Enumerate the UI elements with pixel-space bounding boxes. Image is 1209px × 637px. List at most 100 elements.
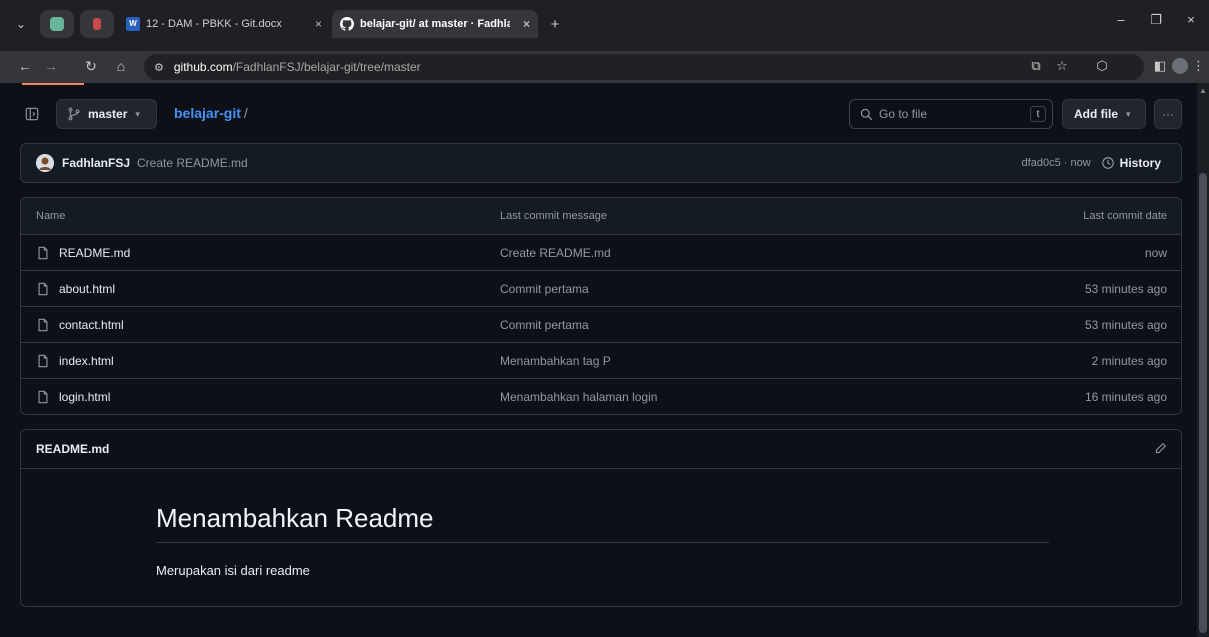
search-icon bbox=[860, 108, 873, 120]
commit-date: 16 minutes ago bbox=[1084, 390, 1167, 404]
breadcrumb-repo-link[interactable]: belajar-git bbox=[174, 105, 241, 121]
github-page: master ▾ belajar-git / Go to file t Add f… bbox=[0, 83, 1197, 637]
url-path: /FadhlanFSJ/belajar-git/tree/master bbox=[232, 60, 421, 74]
avatar[interactable] bbox=[36, 154, 54, 172]
commit-sha-time[interactable]: dfad0c5 · now bbox=[1022, 157, 1091, 169]
tab-close-icon[interactable]: × bbox=[309, 17, 322, 31]
add-file-label: Add file bbox=[1074, 107, 1118, 121]
close-window-button[interactable]: × bbox=[1176, 12, 1206, 27]
add-file-button[interactable]: Add file ▾ bbox=[1062, 99, 1146, 129]
readme-filename[interactable]: README.md bbox=[36, 442, 109, 456]
branch-selector[interactable]: master ▾ bbox=[56, 99, 157, 129]
tab-title: belajar-git/ at master · Fadhlan bbox=[360, 18, 510, 30]
profile-icon[interactable] bbox=[1170, 58, 1190, 77]
file-name-cell: README.md bbox=[36, 246, 130, 260]
new-tab-button[interactable]: + bbox=[544, 12, 566, 36]
file-name-cell: index.html bbox=[36, 354, 114, 368]
file-table-header: Name Last commit message Last commit dat… bbox=[21, 198, 1181, 235]
history-icon bbox=[1101, 157, 1114, 169]
extensions-icon[interactable]: ⬡ bbox=[1092, 58, 1112, 74]
file-icon bbox=[38, 246, 48, 259]
edit-readme-button[interactable] bbox=[1154, 442, 1167, 458]
commit-author[interactable]: FadhlanFSJ bbox=[62, 156, 130, 170]
breadcrumb-separator: / bbox=[243, 105, 248, 121]
commit-message-link[interactable]: Create README.md bbox=[500, 246, 611, 260]
file-table: Name Last commit message Last commit dat… bbox=[20, 197, 1182, 415]
readme-panel: README.md Menambahkan Readme Merupakan i… bbox=[20, 429, 1182, 607]
branch-name: master bbox=[88, 107, 128, 121]
file-link[interactable]: about.html bbox=[59, 282, 115, 296]
commit-date: 2 minutes ago bbox=[1091, 353, 1167, 368]
forward-icon[interactable]: → bbox=[40, 58, 62, 74]
file-name-cell: contact.html bbox=[36, 318, 124, 332]
table-row[interactable]: index.html Menambahkan tag P 2 minutes a… bbox=[21, 343, 1181, 379]
home-icon[interactable]: ⌂ bbox=[110, 58, 132, 74]
file-name-cell: login.html bbox=[36, 390, 110, 404]
sidepanel-icon[interactable]: ◧ bbox=[1150, 58, 1170, 74]
file-link[interactable]: README.md bbox=[59, 246, 130, 260]
table-row[interactable]: login.html Menambahkan halaman login 16 … bbox=[21, 379, 1181, 414]
restore-button[interactable]: ❐ bbox=[1141, 12, 1171, 28]
back-icon[interactable]: ← bbox=[14, 58, 36, 74]
pencil-icon bbox=[1155, 442, 1167, 454]
browser-address-bar: ← → ↻ ⌂ ⚙ github.com /FadhlanFSJ/belajar… bbox=[0, 51, 1209, 83]
tab-title: 12 - DAM - PBKK - Git.docx bbox=[146, 18, 282, 30]
cast-icon[interactable]: ⧉ bbox=[1026, 58, 1046, 74]
header-last-commit-message: Last commit message bbox=[500, 210, 607, 222]
repo-toolbar: master ▾ belajar-git / Go to file t Add f… bbox=[20, 99, 1182, 129]
table-row[interactable]: about.html Commit pertama 53 minutes ago bbox=[21, 271, 1181, 307]
menu-icon[interactable]: ⋮ bbox=[1192, 58, 1205, 74]
commit-message-link[interactable]: Commit pertama bbox=[500, 282, 589, 296]
tab-search-chevron-down-icon[interactable]: ⌄ bbox=[10, 12, 32, 36]
page-scrollbar[interactable]: ▲ bbox=[1197, 83, 1209, 637]
reload-icon[interactable]: ↻ bbox=[80, 58, 102, 75]
minimize-button[interactable]: – bbox=[1106, 12, 1136, 27]
browser-tab-bar: ⌄ W 12 - DAM - PBKK - Git.docx × belajar… bbox=[0, 0, 1209, 51]
more-options-button[interactable]: ··· bbox=[1154, 99, 1182, 129]
header-last-commit-date: Last commit date bbox=[1083, 210, 1167, 222]
chevron-down-icon: ▾ bbox=[135, 108, 140, 119]
commit-message-link[interactable]: Menambahkan tag P bbox=[500, 354, 611, 368]
active-nav-underline bbox=[22, 83, 84, 85]
url-host: github.com bbox=[173, 60, 233, 74]
word-icon: W bbox=[126, 17, 140, 31]
commit-meta: dfad0c5 · now History bbox=[1022, 156, 1161, 170]
avatar-icon bbox=[36, 154, 54, 172]
readme-body: Menambahkan Readme Merupakan isi dari re… bbox=[21, 469, 1181, 606]
file-link[interactable]: index.html bbox=[59, 354, 114, 368]
tab-github-repo[interactable]: belajar-git/ at master · Fadhlan × bbox=[332, 10, 538, 38]
history-label: History bbox=[1119, 156, 1161, 170]
chevron-down-icon: ▾ bbox=[1126, 108, 1131, 119]
commit-message[interactable]: Create README.md bbox=[137, 156, 248, 170]
commit-message-link[interactable]: Commit pertama bbox=[500, 318, 589, 332]
pinned-tab-chatgpt[interactable] bbox=[40, 10, 74, 38]
file-link[interactable]: login.html bbox=[59, 390, 110, 404]
readme-paragraph: Merupakan isi dari readme bbox=[156, 563, 310, 578]
go-to-file-placeholder: Go to file bbox=[879, 107, 928, 121]
table-row[interactable]: README.md Create README.md now bbox=[21, 235, 1181, 271]
commit-message-link[interactable]: Menambahkan halaman login bbox=[500, 390, 657, 404]
readme-heading: Menambahkan Readme bbox=[156, 503, 1049, 543]
file-link[interactable]: contact.html bbox=[59, 318, 124, 332]
tab-close-icon[interactable]: × bbox=[517, 17, 530, 31]
scroll-up-icon[interactable]: ▲ bbox=[1199, 86, 1207, 95]
history-button[interactable]: History bbox=[1101, 156, 1161, 170]
readme-header: README.md bbox=[21, 430, 1181, 469]
sidebar-toggle-button[interactable] bbox=[20, 102, 44, 126]
commit-date: now bbox=[1144, 245, 1167, 260]
go-to-file-input[interactable]: Go to file t bbox=[849, 99, 1053, 129]
bookmark-star-icon[interactable]: ☆ bbox=[1052, 58, 1072, 74]
pinned-tab-extension[interactable] bbox=[80, 10, 114, 38]
breadcrumb: belajar-git / bbox=[174, 105, 248, 121]
header-name: Name bbox=[36, 210, 66, 222]
latest-commit-bar: FadhlanFSJ Create README.md dfad0c5 · no… bbox=[20, 143, 1182, 183]
github-icon bbox=[340, 17, 354, 31]
table-row[interactable]: contact.html Commit pertama 53 minutes a… bbox=[21, 307, 1181, 343]
site-settings-icon[interactable]: ⚙ bbox=[154, 61, 164, 74]
file-name-cell: about.html bbox=[36, 282, 115, 296]
url-bar[interactable]: ⚙ github.com /FadhlanFSJ/belajar-git/tre… bbox=[144, 54, 1144, 80]
tab-word-document[interactable]: W 12 - DAM - PBKK - Git.docx × bbox=[118, 10, 330, 38]
scrollbar-thumb[interactable] bbox=[1199, 173, 1207, 633]
file-icon bbox=[38, 354, 48, 367]
file-icon bbox=[38, 390, 48, 404]
